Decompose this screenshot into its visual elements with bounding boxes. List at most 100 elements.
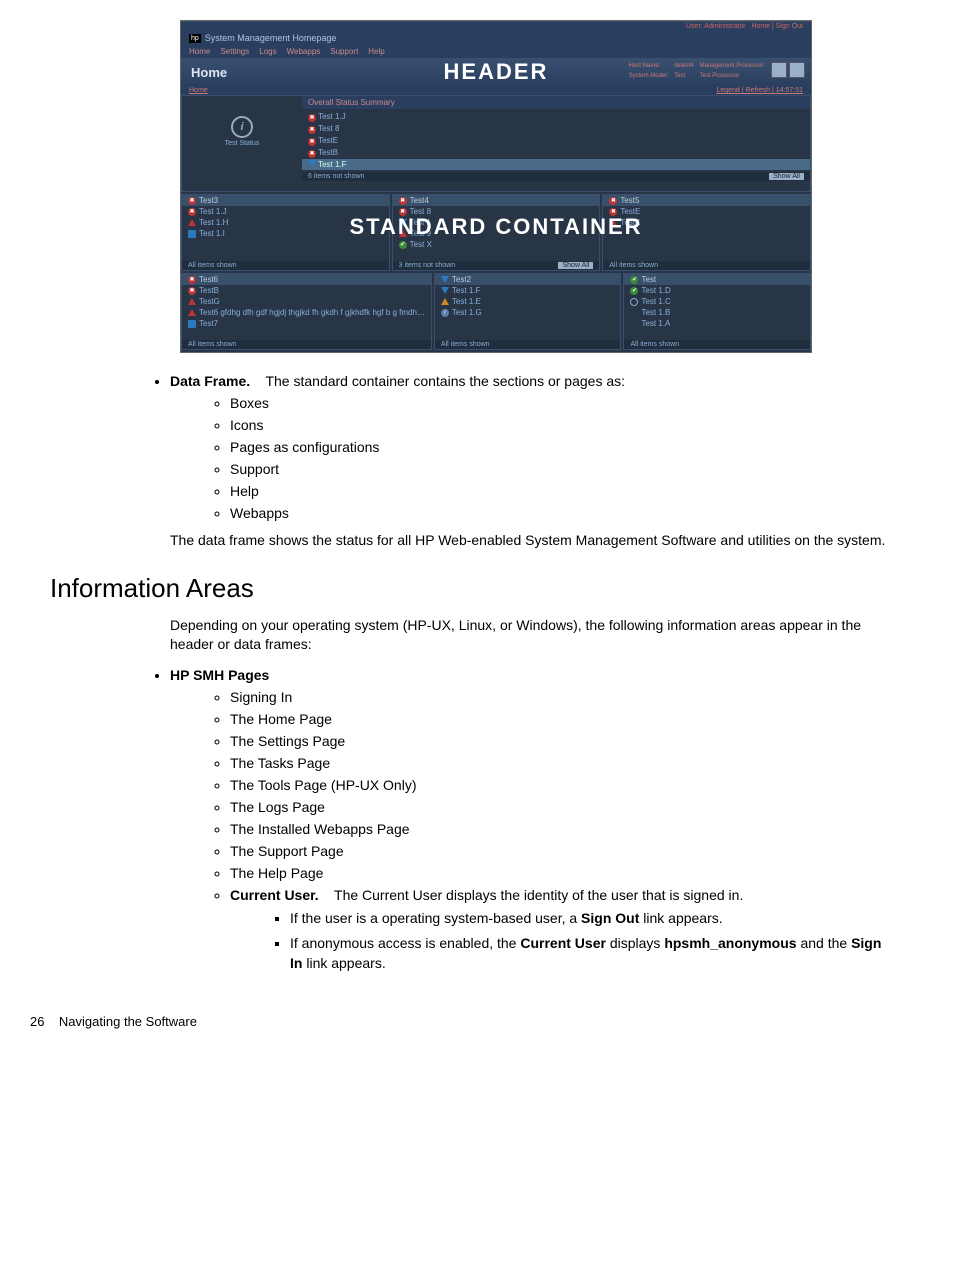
list-item: The Installed Webapps Page: [230, 821, 894, 837]
timestamp: 14:57:51: [776, 87, 803, 94]
summary-footer: 6 items not shown Show All: [302, 172, 810, 181]
breadcrumb-bar: Home Legend | Refresh | 14:57:51: [181, 86, 811, 95]
list-item[interactable]: Test 1.H: [182, 217, 389, 228]
minor-icon: [441, 276, 449, 283]
smh-pages-items: Signing In The Home Page The Settings Pa…: [210, 689, 894, 974]
user-links[interactable]: Home | Sign Out: [751, 23, 803, 30]
list-item[interactable]: Test 1.J: [182, 206, 389, 217]
data-frame-bullet: Data Frame. The standard container conta…: [150, 373, 894, 551]
list-item[interactable]: TestE: [603, 206, 810, 217]
list-item[interactable]: Test 1.J: [302, 111, 810, 123]
ok-icon: [630, 287, 638, 295]
info-icon: [441, 309, 449, 317]
list-item: Signing In: [230, 689, 894, 705]
main-nav: Home Settings Logs Webapps Support Help: [181, 45, 811, 58]
grid-view-icon[interactable]: [771, 62, 787, 78]
data-frame-label: Data Frame.: [170, 373, 250, 389]
list-item[interactable]: Test X: [393, 239, 600, 250]
list-item: Webapps: [230, 505, 894, 521]
nav-settings[interactable]: Settings: [220, 47, 249, 56]
disabled-icon: [188, 230, 196, 238]
list-item[interactable]: Test 9: [393, 228, 600, 239]
nav-webapps[interactable]: Webapps: [287, 47, 321, 56]
breadcrumb[interactable]: Home: [189, 87, 208, 94]
show-all-button[interactable]: Show All: [769, 173, 804, 180]
ok-icon: [630, 276, 638, 284]
list-item[interactable]: TestB: [302, 147, 810, 159]
hp-logo-icon: hp: [189, 34, 201, 43]
list-item[interactable]: Test 1.A: [624, 318, 810, 329]
panel-test6: Test6 TestB TestG Test6 gfdhg dfh gdf hg…: [181, 273, 432, 350]
summary-list: Test 1.J Test 8 TestE TestB Test 1.F: [302, 109, 810, 172]
list-item[interactable]: TestB: [182, 285, 431, 296]
list-item[interactable]: Test6 gfdhg dfh gdf hgjdj thgjkd fh gkdh…: [182, 307, 431, 318]
page-number: 26: [30, 1014, 44, 1029]
page-footer: 26 Navigating the Software: [30, 1014, 894, 1029]
show-all-button[interactable]: Show All: [558, 262, 593, 269]
disabled-icon: [188, 320, 196, 328]
major-icon: [188, 219, 196, 226]
header-overlay-label: HEADER: [444, 59, 549, 85]
legend-link[interactable]: Legend: [716, 87, 739, 94]
list-item: The Help Page: [230, 865, 894, 881]
list-item: If anonymous access is enabled, the Curr…: [290, 934, 894, 973]
page-title: Home: [181, 65, 227, 80]
status-sidebar: i Test Status: [182, 96, 302, 191]
list-item[interactable]: Test 8: [393, 206, 600, 217]
list-item[interactable]: Test 8: [302, 123, 810, 135]
list-item: The Settings Page: [230, 733, 894, 749]
critical-icon: [609, 208, 617, 216]
list-item: The Home Page: [230, 711, 894, 727]
list-view-icon[interactable]: [789, 62, 805, 78]
smh-pages-label: HP SMH Pages: [170, 667, 269, 683]
list-item[interactable]: Test 1.D: [624, 285, 810, 296]
panel-test3: Test3 Test 1.J Test 1.H Test 1.I All ite…: [181, 194, 390, 271]
panel-test2: Test2 Test 1.F Test 1.E Test 1.G All ite…: [434, 273, 622, 350]
list-item[interactable]: Test7: [182, 318, 431, 329]
intro-paragraph: Depending on your operating system (HP-U…: [170, 616, 894, 655]
data-frame-text: The standard container contains the sect…: [265, 373, 625, 389]
list-item: The Logs Page: [230, 799, 894, 815]
critical-icon: [188, 276, 196, 284]
warning-icon: [441, 298, 449, 305]
data-frame: STANDARD CONTAINER i Test Status Overall…: [181, 95, 811, 352]
nav-support[interactable]: Support: [330, 47, 358, 56]
list-item[interactable]: Test 1.I: [182, 228, 389, 239]
list-item: Help: [230, 483, 894, 499]
major-icon: [399, 230, 407, 237]
critical-icon: [609, 197, 617, 205]
nav-help[interactable]: Help: [368, 47, 384, 56]
critical-icon: [188, 208, 196, 216]
list-item: Icons: [230, 417, 894, 433]
list-item[interactable]: Test 1.F: [435, 285, 621, 296]
info-area-list: HP SMH Pages Signing In The Home Page Th…: [150, 667, 894, 974]
page-chapter: Navigating the Software: [59, 1014, 197, 1029]
list-item[interactable]: Test 1: [393, 217, 600, 228]
list-item[interactable]: TestE: [302, 135, 810, 147]
list-item[interactable]: Test 1.E: [435, 296, 621, 307]
minor-icon: [308, 160, 316, 167]
list-item[interactable]: Test 1.C: [624, 296, 810, 307]
minor-icon: [441, 287, 449, 294]
unknown-icon: [630, 298, 638, 306]
minor-icon: [399, 219, 407, 226]
refresh-link[interactable]: Refresh: [746, 87, 771, 94]
smh-screenshot: User: Administrator Home | Sign Out hp S…: [180, 20, 812, 353]
nav-home[interactable]: Home: [189, 47, 210, 56]
list-item: The Tasks Page: [230, 755, 894, 771]
critical-icon: [188, 287, 196, 295]
list-item[interactable]: Test 1.G: [435, 307, 621, 318]
list-item[interactable]: TestG: [182, 296, 431, 307]
list-item[interactable]: Test 1.F: [302, 159, 810, 170]
current-user-item: Current User. The Current User displays …: [230, 887, 894, 974]
critical-icon: [399, 197, 407, 205]
nav-logs[interactable]: Logs: [259, 47, 276, 56]
list-item: Pages as configurations: [230, 439, 894, 455]
list-item[interactable]: Test 1.B: [624, 307, 810, 318]
list-item[interactable]: TestK: [603, 217, 810, 228]
heading-information-areas: Information Areas: [50, 573, 894, 604]
critical-icon: [399, 208, 407, 216]
list-item: If the user is a operating system-based …: [290, 909, 894, 929]
info-icon: i: [231, 116, 253, 138]
view-toggle[interactable]: [771, 62, 805, 78]
